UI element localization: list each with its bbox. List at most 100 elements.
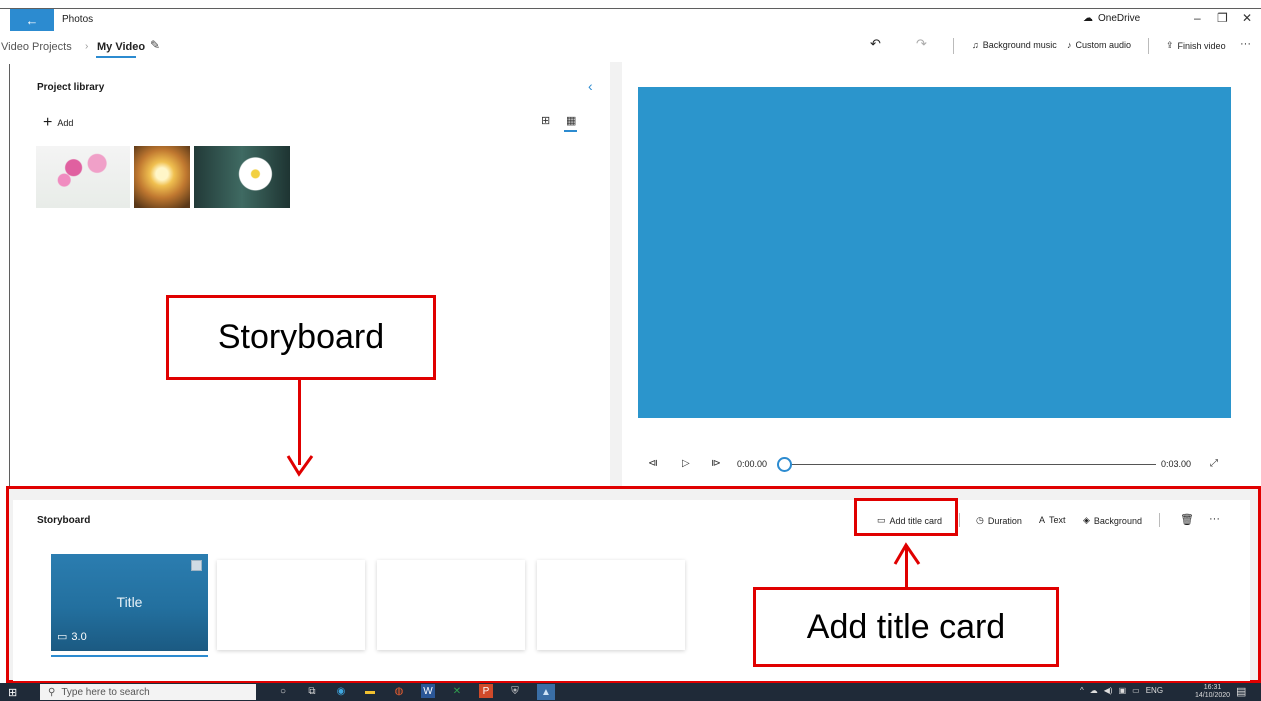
background-button[interactable]: ◈ Background: [1083, 515, 1142, 526]
title-bar: ← Photos ☁ OneDrive – ❐ ✕: [10, 9, 1261, 31]
text-button[interactable]: A Text: [1039, 515, 1066, 525]
storyboard-toolbar-divider: [1159, 513, 1160, 527]
storyboard-more-button[interactable]: ···: [1209, 513, 1220, 525]
maximize-button[interactable]: ❐: [1217, 11, 1228, 25]
onedrive-button[interactable]: ☁ OneDrive: [1083, 13, 1140, 24]
custom-audio-icon: ♪: [1067, 40, 1072, 50]
current-time: 0:00.00: [737, 459, 768, 469]
onedrive-label: OneDrive: [1098, 13, 1141, 24]
text-icon: A: [1039, 515, 1046, 525]
empty-storyboard-slot[interactable]: [377, 560, 525, 650]
next-frame-icon[interactable]: ⧐: [711, 458, 721, 469]
minimize-button[interactable]: –: [1194, 11, 1201, 25]
chevron-up-icon[interactable]: ^: [1080, 686, 1084, 695]
photos-app-window: ← Photos ☁ OneDrive – ❐ ✕ Video Projects…: [0, 0, 1261, 701]
title-card-type-icon: ▭: [57, 631, 68, 643]
volume-icon[interactable]: ◀): [1104, 686, 1113, 695]
toolbar-divider: [953, 38, 954, 54]
title-card-text: Title: [116, 594, 143, 610]
more-options-button[interactable]: ···: [1240, 38, 1251, 50]
storyboard-title: Storyboard: [37, 515, 91, 526]
battery-icon[interactable]: ▭: [1132, 686, 1140, 695]
back-button[interactable]: ←: [10, 9, 54, 31]
system-tray: ^ ☁ ◀) ▣ ▭ ENG: [1080, 686, 1163, 695]
network-icon[interactable]: ▣: [1119, 686, 1127, 695]
duration-button[interactable]: ◷ Duration: [976, 515, 1022, 526]
onedrive-tray-icon[interactable]: ☁: [1090, 686, 1098, 695]
title-card-duration-value: 3.0: [71, 630, 87, 643]
fullscreen-expand-icon[interactable]: ⤢: [1210, 458, 1218, 469]
previous-frame-icon[interactable]: ⧏: [648, 458, 658, 469]
close-button[interactable]: ✕: [1242, 11, 1252, 25]
empty-storyboard-slot[interactable]: [537, 560, 685, 650]
add-title-card-button[interactable]: ▭ Add title card: [877, 515, 942, 526]
large-grid-view-icon[interactable]: ▦: [566, 114, 576, 127]
add-title-card-label: Add title card: [889, 515, 943, 526]
taskbar-search-box[interactable]: ⚲ Type here to search: [40, 684, 256, 700]
taskbar-clock[interactable]: 16:31 14/10/2020: [1195, 684, 1230, 700]
breadcrumb-active-underline: [96, 56, 136, 58]
clip-select-checkbox[interactable]: [191, 560, 202, 571]
chrome-browser-icon[interactable]: ◍: [392, 684, 406, 698]
video-preview[interactable]: [638, 87, 1231, 418]
storyboard-callout: Storyboard: [166, 295, 436, 380]
powerpoint-app-icon[interactable]: P: [479, 684, 493, 698]
edge-browser-icon[interactable]: ◉: [334, 684, 348, 698]
delete-trash-icon[interactable]: 🗑: [1180, 513, 1194, 526]
empty-storyboard-slot[interactable]: [217, 560, 365, 650]
excel-app-icon[interactable]: ✕: [450, 684, 464, 698]
seek-handle[interactable]: [777, 457, 792, 472]
seek-track[interactable]: [788, 464, 1156, 465]
library-thumbnail-pink-flowers[interactable]: [36, 146, 130, 208]
view-active-underline: [564, 130, 577, 132]
background-music-button[interactable]: ♫ Background music: [972, 40, 1057, 50]
undo-button[interactable]: ↶: [870, 36, 881, 52]
custom-audio-button[interactable]: ♪ Custom audio: [1067, 40, 1131, 50]
task-view-icon[interactable]: ⧉: [305, 684, 319, 698]
file-explorer-icon[interactable]: ▬: [363, 684, 377, 698]
toolbar-divider: [1148, 38, 1149, 54]
playback-controls: ⧏ ▷ ⧐ 0:00.00 0:03.00 ⤢: [638, 455, 1231, 475]
storyboard-arrow-head-icon: [286, 455, 314, 477]
total-time: 0:03.00: [1161, 459, 1192, 469]
title-card-clip[interactable]: Title ▭ 3.0: [51, 554, 208, 651]
taskbar-search-placeholder: Type here to search: [61, 686, 150, 698]
panel-divider: [610, 62, 622, 486]
background-music-label: Background music: [982, 40, 1057, 50]
breadcrumb-video-projects[interactable]: Video Projects: [1, 41, 72, 53]
share-export-icon: ⇪: [1166, 40, 1174, 50]
search-icon: ⚲: [48, 686, 56, 698]
finish-video-label: Finish video: [1177, 40, 1226, 51]
finish-video-button[interactable]: ⇪ Finish video: [1166, 40, 1226, 51]
security-shield-icon[interactable]: ⛨: [508, 684, 522, 698]
redo-button[interactable]: ↷: [916, 36, 927, 52]
custom-audio-label: Custom audio: [1075, 40, 1132, 50]
language-indicator[interactable]: ENG: [1146, 686, 1163, 695]
windows-start-icon[interactable]: ⊞: [8, 686, 17, 699]
back-arrow-icon: ←: [25, 12, 39, 28]
rename-pencil-icon[interactable]: ✎: [150, 38, 160, 52]
paint-bucket-icon: ◈: [1083, 515, 1090, 525]
cortana-icon[interactable]: ○: [276, 684, 290, 698]
clock-time: 16:31: [1203, 684, 1222, 691]
background-label: Background: [1093, 515, 1142, 526]
project-toolbar: Video Projects › My Video ✎ ↶ ↷ ♫ Backgr…: [1, 32, 1261, 62]
clock-icon: ◷: [976, 515, 984, 525]
play-icon[interactable]: ▷: [682, 458, 690, 469]
notifications-icon[interactable]: ▤: [1236, 685, 1246, 698]
plus-icon: +: [43, 114, 53, 131]
photos-app-icon[interactable]: ▲: [537, 684, 555, 700]
library-thumbnail-daisy[interactable]: [194, 146, 290, 208]
selected-clip-underline: [51, 655, 208, 657]
title-card-icon: ▭: [877, 515, 886, 525]
add-media-label: Add: [57, 118, 74, 128]
add-title-card-arrow-head-icon: [893, 542, 921, 565]
add-media-button[interactable]: + Add: [43, 114, 73, 132]
library-thumbnail-dandelion[interactable]: [134, 146, 190, 208]
word-app-icon[interactable]: W: [421, 684, 435, 698]
breadcrumb-my-video[interactable]: My Video: [97, 41, 145, 53]
collapse-chevron-icon[interactable]: ‹: [588, 78, 593, 94]
music-note-icon: ♫: [972, 40, 979, 50]
windows-taskbar: ⊞ ⚲ Type here to search ○ ⧉ ◉ ▬ ◍ W ✕ P …: [0, 683, 1261, 701]
small-grid-view-icon[interactable]: ⊞: [541, 114, 550, 127]
